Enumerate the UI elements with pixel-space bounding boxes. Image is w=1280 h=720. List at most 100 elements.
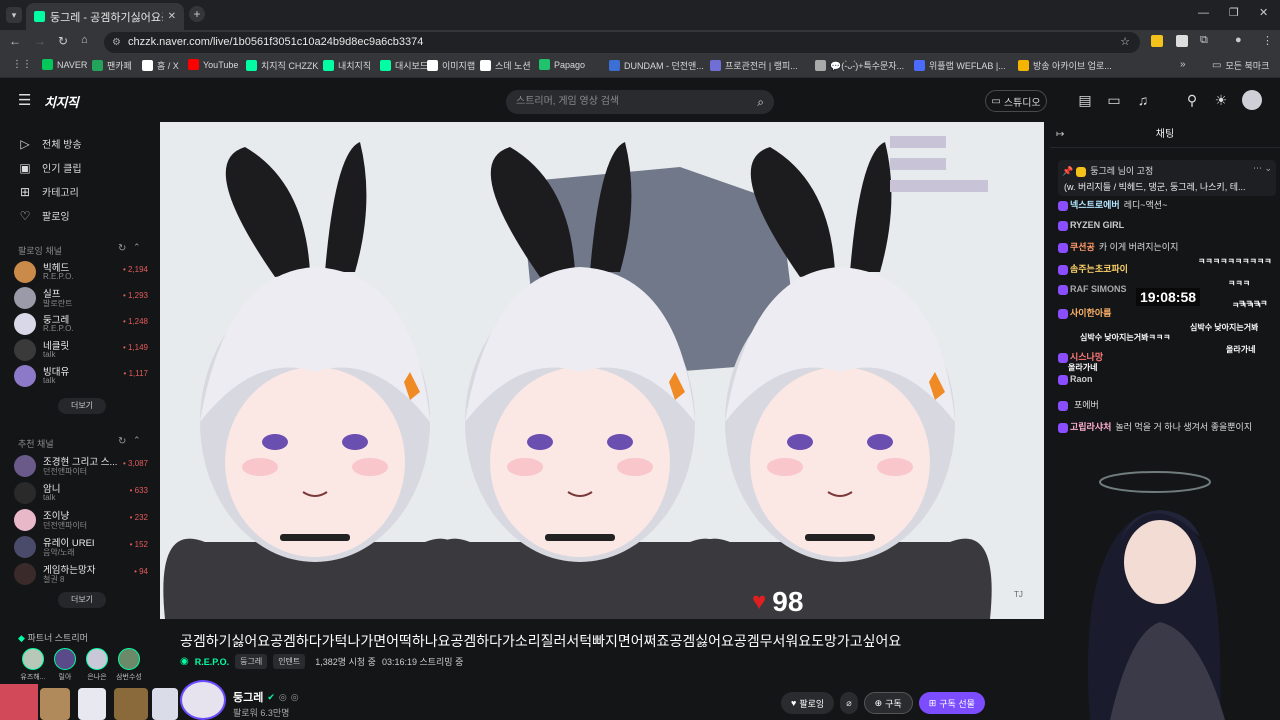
chat-username[interactable]: 넥스트로에버 [1070, 200, 1120, 210]
chat-username[interactable]: RYZEN GIRL [1070, 220, 1124, 230]
new-tab-icon[interactable]: + [189, 6, 205, 22]
bookmark-item[interactable]: 위플랩 WEFLAB |... [914, 59, 1006, 72]
collapse-chat-icon[interactable]: ↦ [1056, 122, 1064, 148]
all-bookmarks-folder[interactable]: ▭ 모든 북마크 [1212, 59, 1269, 72]
partner-avatar [86, 648, 108, 670]
streamer-avatar[interactable] [180, 680, 226, 720]
bookmarks-overflow-icon[interactable]: » [1180, 59, 1186, 70]
sidebar-channel-item[interactable]: 네클릿 talk • 1,149 [14, 338, 148, 362]
sidebar-channel-item[interactable]: 둥그레 R.E.P.O. • 1,248 [14, 312, 148, 336]
sidebar-channel-item[interactable]: 빅헤드 R.E.P.O. • 2,194 [14, 260, 148, 284]
sidebar-channel-item[interactable]: 유레이 UREI 음악/노래 • 152 [14, 535, 148, 559]
url-field[interactable]: ⚙ chzzk.naver.com/live/1b0561f3051c10a24… [104, 32, 1140, 53]
sidebar-channel-item[interactable]: 빙대유 talk • 1,117 [14, 364, 148, 388]
collapse-chevron-icon[interactable]: ⌃ [133, 435, 141, 446]
minimize-icon[interactable]: — [1198, 7, 1209, 19]
partner-streamer[interactable]: 은나은 [84, 648, 110, 682]
bookmark-item[interactable]: 프로관전러 | 랭피... [710, 59, 798, 72]
sidebar-nav-item[interactable]: ▣ 인기 클립 [18, 160, 81, 176]
tag-chip[interactable]: 인텐트 [273, 654, 306, 669]
theme-sun-icon[interactable]: ☀ [1213, 92, 1229, 108]
bookmark-item[interactable]: 홈 / X [142, 59, 179, 72]
tab-close-icon[interactable]: ✕ [168, 11, 176, 22]
search-icon[interactable]: ⌕ [757, 90, 764, 114]
refresh-icon[interactable]: ↻ [118, 243, 126, 254]
bookmark-item[interactable]: Papago [539, 59, 585, 70]
following-more-button[interactable]: 더보기 [58, 398, 106, 414]
recommend-more-button[interactable]: 더보기 [58, 592, 106, 608]
sidebar-channel-item[interactable]: 게임하는망자 철권 8 • 94 [14, 562, 148, 586]
partner-streamer[interactable]: 삼번수성 [116, 648, 142, 682]
bookmark-star-icon[interactable]: ☆ [1120, 32, 1130, 53]
bookmark-item[interactable]: 대시보드 [380, 59, 428, 72]
sidebar-channel-item[interactable]: 실프 발로란트 • 1,293 [14, 286, 148, 310]
badge-icon: ◎ [278, 691, 287, 702]
notification-off-icon[interactable]: ⌀ [840, 692, 858, 714]
partner-streamer[interactable]: 릴아 [52, 648, 78, 682]
sidebar-channel-item[interactable]: 조이냥 던전앤파이터 • 232 [14, 508, 148, 532]
tag-chip[interactable]: 둥그레 [235, 654, 268, 669]
category-link[interactable]: R.E.P.O. [195, 657, 229, 667]
more-options-icon[interactable]: ⋯ ⌄ [1253, 163, 1272, 174]
sidebar-nav-item[interactable]: ▷ 전체 방송 [18, 136, 81, 152]
sidebar-nav-item[interactable]: ⊞ 카테고리 [18, 184, 79, 200]
bookmark-item[interactable]: 치지직 CHZZK [246, 59, 318, 72]
extension-icon[interactable] [1176, 35, 1188, 47]
sidebar-channel-item[interactable]: 암니 talk • 633 [14, 481, 148, 505]
bookmark-item[interactable]: 방송 아카이브 업로... [1018, 59, 1112, 72]
bookmark-item[interactable]: 💬(-̀ᴗ-́)+특수문자... [815, 59, 904, 72]
bookmark-item[interactable]: DUNDAM - 던전앤... [609, 59, 704, 72]
sidebar-channel-item[interactable]: 조경현 그리고 스... 던전앤파이터 • 3,087 [14, 454, 148, 478]
search-input[interactable]: 스트리머, 게임 영상 검색 ⌕ [506, 90, 774, 114]
chat-username[interactable]: 쿠션공 [1070, 242, 1095, 252]
floating-chat-text: 심박수 낮아지는거봐ㅋㅋㅋ [1080, 333, 1171, 342]
subscribe-button[interactable]: ⊕ 구독 [863, 692, 913, 714]
extensions-puzzle-icon[interactable]: ⧉ [1200, 34, 1208, 47]
ticket-icon[interactable]: ▭ [1106, 92, 1122, 108]
apps-grid-icon[interactable]: ⋮⋮ [12, 59, 32, 70]
follow-button[interactable]: ♥ 팔로잉 [781, 692, 835, 714]
bookmark-item[interactable]: NAVER [42, 59, 87, 70]
site-info-icon[interactable]: ⚙ [112, 32, 121, 53]
chat-username[interactable]: Raon [1070, 374, 1093, 384]
following-section-title: 팔로잉 채널 [18, 246, 62, 256]
bookmark-item[interactable]: YouTube [188, 59, 238, 70]
window-close-icon[interactable]: ✕ [1259, 6, 1268, 19]
profile-icon[interactable]: ● [1235, 34, 1242, 46]
tab-search-icon[interactable]: ▾ [6, 7, 22, 23]
gift-subscribe-button[interactable]: ⊞ 구독 선물 [918, 692, 985, 714]
partner-streamer[interactable]: 유즈해... [20, 648, 46, 682]
chat-username[interactable]: 사이한아름 [1070, 308, 1111, 318]
bookmark-item[interactable]: 이미지랩 [427, 59, 475, 72]
browser-tab-active[interactable]: 둥그레 - 공겜하기싫어요공겜… ✕ [26, 3, 184, 30]
forward-icon[interactable]: → [34, 34, 46, 48]
refresh-icon[interactable]: ↻ [118, 436, 126, 447]
emote-image [40, 688, 70, 720]
extension-icon[interactable] [1151, 35, 1163, 47]
browser-menu-icon[interactable]: ⋮ [1262, 34, 1273, 47]
home-icon[interactable]: ⌂ [81, 34, 88, 46]
sidebar-nav-item[interactable]: ♡ 팔로잉 [18, 208, 70, 224]
wallet-icon[interactable]: ▤ [1077, 92, 1093, 108]
notification-bell-icon[interactable]: ♫ [1135, 92, 1151, 108]
tools-icon[interactable]: ⚲ [1184, 92, 1200, 108]
streamer-name[interactable]: 둥그레 [233, 689, 263, 705]
maximize-icon[interactable]: ❐ [1229, 6, 1239, 19]
chzzk-logo[interactable]: 치지직 [44, 92, 79, 111]
chat-username[interactable]: 고립라샤처 [1070, 422, 1111, 432]
chat-username[interactable]: RAF SIMONS [1070, 284, 1127, 294]
bookmark-item[interactable]: 내치지직 [323, 59, 371, 72]
collapse-chevron-icon[interactable]: ⌃ [133, 242, 141, 253]
studio-button[interactable]: ▭ 스튜디오 [985, 90, 1047, 112]
user-avatar[interactable] [1242, 90, 1262, 110]
reload-icon[interactable]: ↻ [58, 34, 68, 48]
chat-username[interactable]: 솜주는초코파이 [1070, 264, 1128, 274]
pinned-message[interactable]: 📌 둥그레 님이 고정 (w. 버리지들 / 빅헤드, 댕군, 둥그레, 나스키… [1058, 160, 1276, 196]
chat-username[interactable]: 시스나망 [1070, 352, 1103, 362]
back-icon[interactable]: ← [9, 34, 21, 48]
bookmark-item[interactable]: 스데 노션 [480, 59, 531, 72]
video-player[interactable]: TJ [160, 122, 1044, 619]
hamburger-menu-icon[interactable]: ☰ [18, 91, 31, 109]
bookmark-item[interactable]: 팬카페 [92, 59, 132, 72]
app-header: ☰ 치지직 스트리머, 게임 영상 검색 ⌕ ▭ 스튜디오 ▤ ▭ ♫ ⚲ ☀ [0, 78, 1280, 122]
